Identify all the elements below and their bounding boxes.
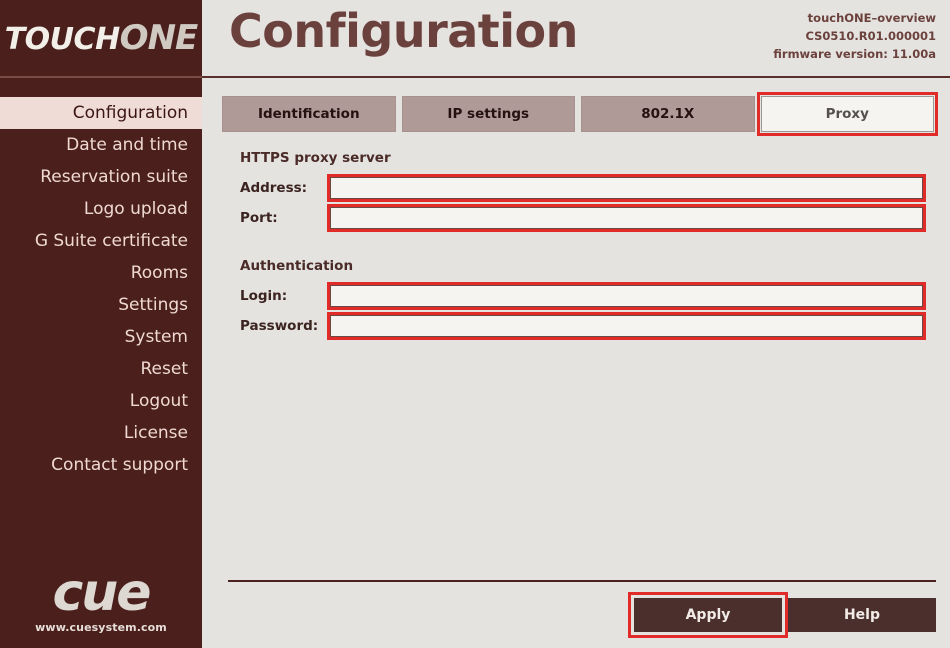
sidebar-item-reset[interactable]: Reset — [0, 353, 202, 385]
cue-logo-url: www.cuesystem.com — [35, 621, 167, 634]
password-input[interactable] — [327, 312, 926, 340]
brand-logo: TOUCHONE — [0, 0, 202, 78]
firmware-version: firmware version: 11.00a — [773, 46, 936, 61]
sidebar-item-label: Date and time — [66, 135, 188, 155]
sidebar-item-label: Rooms — [130, 263, 188, 283]
sidebar-item-label: Reservation suite — [40, 167, 188, 187]
apply-button[interactable]: Apply — [628, 592, 788, 638]
sidebar-item-settings[interactable]: Settings — [0, 289, 202, 321]
brand-name-touch: TOUCH — [4, 22, 120, 57]
footer-button-group: Apply Help — [628, 592, 936, 638]
tab-bar: Identification IP settings 802.1X Proxy — [222, 92, 938, 136]
port-label: Port: — [240, 210, 278, 226]
sidebar-item-label: G Suite certificate — [34, 231, 188, 251]
sidebar-item-label: Reset — [140, 359, 189, 379]
address-label: Address: — [240, 180, 308, 196]
app-root: TOUCHONE Configuration Date and time Res… — [0, 0, 950, 648]
tab-802-1x[interactable]: 802.1X — [581, 96, 755, 132]
sidebar-item-reservation-suite[interactable]: Reservation suite — [0, 161, 202, 193]
page-title: Configuration — [229, 4, 578, 58]
sidebar-item-logo-upload[interactable]: Logo upload — [0, 193, 202, 225]
sidebar-item-system[interactable]: System — [0, 321, 202, 353]
brand-name-one: ONE — [119, 18, 199, 58]
device-serial: CS0510.R01.000001 — [805, 28, 936, 43]
sidebar-item-configuration[interactable]: Configuration — [0, 97, 216, 129]
sidebar-item-label: Contact support — [51, 455, 188, 475]
sidebar-item-label: System — [124, 327, 188, 347]
port-field-row: Port: — [222, 204, 934, 232]
help-button[interactable]: Help — [788, 598, 936, 632]
brand-logo-text: TOUCHONE — [4, 18, 199, 58]
sidebar-item-rooms[interactable]: Rooms — [0, 257, 202, 289]
tab-label: 802.1X — [641, 106, 695, 122]
address-field-row: Address: — [222, 174, 934, 202]
sidebar-item-contact-support[interactable]: Contact support — [0, 449, 202, 481]
login-field-row: Login: — [222, 282, 934, 310]
login-label: Login: — [240, 288, 288, 304]
tab-identification[interactable]: Identification — [222, 96, 396, 132]
authentication-heading: Authentication — [240, 258, 354, 274]
proxy-settings-form: HTTPS proxy server Address: Port: Authen… — [222, 150, 934, 344]
sidebar-item-g-suite-certificate[interactable]: G Suite certificate — [0, 225, 202, 257]
cue-logo: cue www.cuesystem.com — [0, 563, 202, 634]
sidebar-item-label: Logo upload — [83, 199, 188, 219]
password-label: Password: — [240, 318, 319, 334]
password-field-row: Password: — [222, 312, 934, 340]
tab-label: IP settings — [447, 106, 530, 122]
tab-ip-settings[interactable]: IP settings — [401, 96, 575, 132]
sidebar: TOUCHONE Configuration Date and time Res… — [0, 0, 216, 648]
tab-label: Proxy — [825, 106, 869, 122]
sidebar-item-logout[interactable]: Logout — [0, 385, 202, 417]
sidebar-item-label: Configuration — [72, 103, 188, 123]
cue-logo-mark: cue — [52, 563, 151, 624]
top-header-bar: Configuration touchONE–overview CS0510.R… — [202, 0, 950, 78]
sidebar-item-label: Logout — [129, 391, 188, 411]
sidebar-item-date-and-time[interactable]: Date and time — [0, 129, 202, 161]
port-input[interactable] — [327, 204, 926, 232]
device-name: touchONE–overview — [807, 11, 936, 25]
sidebar-item-license[interactable]: License — [0, 417, 202, 449]
address-input[interactable] — [327, 174, 926, 202]
sidebar-nav: Configuration Date and time Reservation … — [0, 78, 216, 481]
tab-proxy[interactable]: Proxy — [756, 92, 938, 136]
https-proxy-server-heading: HTTPS proxy server — [240, 150, 391, 166]
device-info-block: touchONE–overview CS0510.R01.000001 firm… — [773, 10, 936, 63]
tab-label: Identification — [257, 106, 360, 122]
footer-divider — [228, 580, 936, 582]
sidebar-item-label: License — [123, 423, 188, 443]
login-input[interactable] — [327, 282, 926, 310]
sidebar-item-label: Settings — [118, 295, 188, 315]
